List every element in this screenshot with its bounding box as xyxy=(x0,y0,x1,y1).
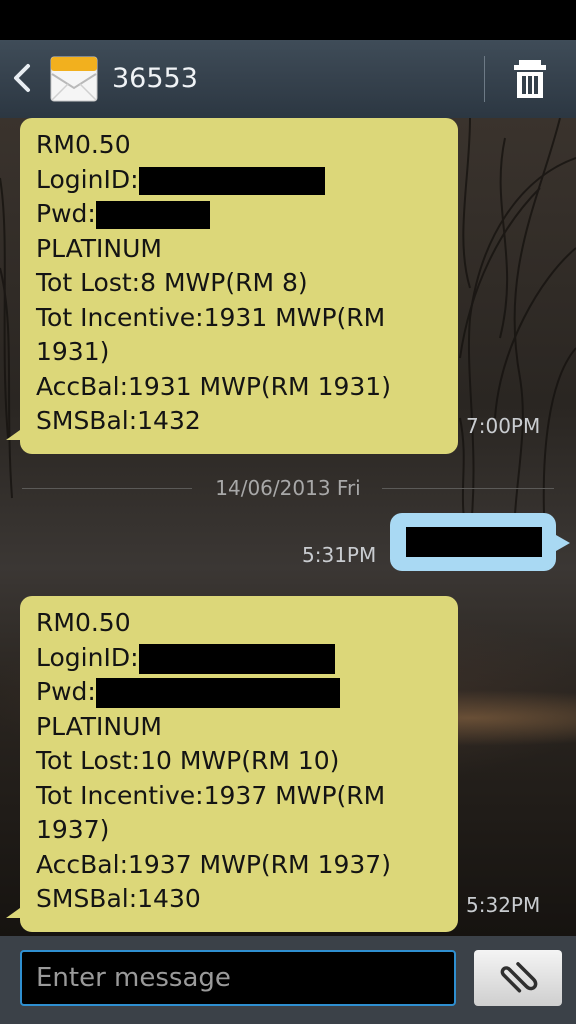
message-line: PLATINUM xyxy=(36,233,162,263)
redaction-bar xyxy=(95,201,210,229)
message-timestamp: 5:31PM xyxy=(302,543,377,567)
redaction-bar xyxy=(95,678,340,708)
message-line: RM0.50 xyxy=(36,130,131,159)
trash-icon[interactable] xyxy=(510,58,550,100)
message-line: Pwd: xyxy=(36,675,442,710)
message-line: LoginID: xyxy=(36,641,442,676)
conversation-header: 36553 xyxy=(0,40,576,119)
message-line: RM0.50 xyxy=(36,608,131,637)
composer-bar: Enter message xyxy=(0,936,576,1024)
message-line: Tot Lost:10 MWP(RM 10) xyxy=(36,746,340,775)
message-line: 1931) xyxy=(36,337,110,366)
contact-name: 36553 xyxy=(112,63,198,94)
date-separator-label: 14/06/2013 Fri xyxy=(215,476,361,500)
redaction-bar xyxy=(138,643,335,674)
back-arrow-icon[interactable] xyxy=(8,58,38,98)
message-line: AccBal:1931 MWP(RM 1931) xyxy=(36,371,391,401)
incoming-message-bubble[interactable]: RM0.50 LoginID: Pwd: PLATINUM Tot Lost:1… xyxy=(6,596,458,932)
incoming-message-bubble[interactable]: RM0.50 LoginID: Pwd: PLATINUM Tot Lost:8… xyxy=(6,118,458,454)
message-line: 1937) xyxy=(36,815,110,844)
header-divider xyxy=(484,56,485,102)
message-list[interactable]: RM0.50 LoginID: Pwd: PLATINUM Tot Lost:8… xyxy=(0,118,576,936)
message-line: Pwd: xyxy=(36,197,442,232)
status-bar xyxy=(0,0,576,40)
message-line: Tot Incentive:1937 MWP(RM xyxy=(36,780,386,810)
message-line: Tot Incentive:1931 MWP(RM xyxy=(36,302,386,332)
message-line: LoginID: xyxy=(36,163,442,198)
date-separator: 14/06/2013 Fri xyxy=(22,476,554,500)
outgoing-message-bubble[interactable] xyxy=(390,513,570,571)
message-input[interactable]: Enter message xyxy=(20,950,456,1006)
message-line: SMSBal:1430 xyxy=(36,884,201,913)
redaction-bar xyxy=(406,527,542,557)
message-line: AccBal:1937 MWP(RM 1937) xyxy=(36,849,391,879)
message-envelope-icon xyxy=(50,56,98,102)
message-timestamp: 5:32PM xyxy=(466,893,541,917)
paperclip-icon xyxy=(500,962,538,993)
message-line: SMSBal:1432 xyxy=(36,406,201,435)
message-line: Tot Lost:8 MWP(RM 8) xyxy=(36,268,308,297)
attach-button[interactable] xyxy=(474,950,562,1006)
message-line: PLATINUM xyxy=(36,711,162,741)
message-timestamp: 7:00PM xyxy=(466,414,541,438)
redaction-bar xyxy=(138,166,325,195)
